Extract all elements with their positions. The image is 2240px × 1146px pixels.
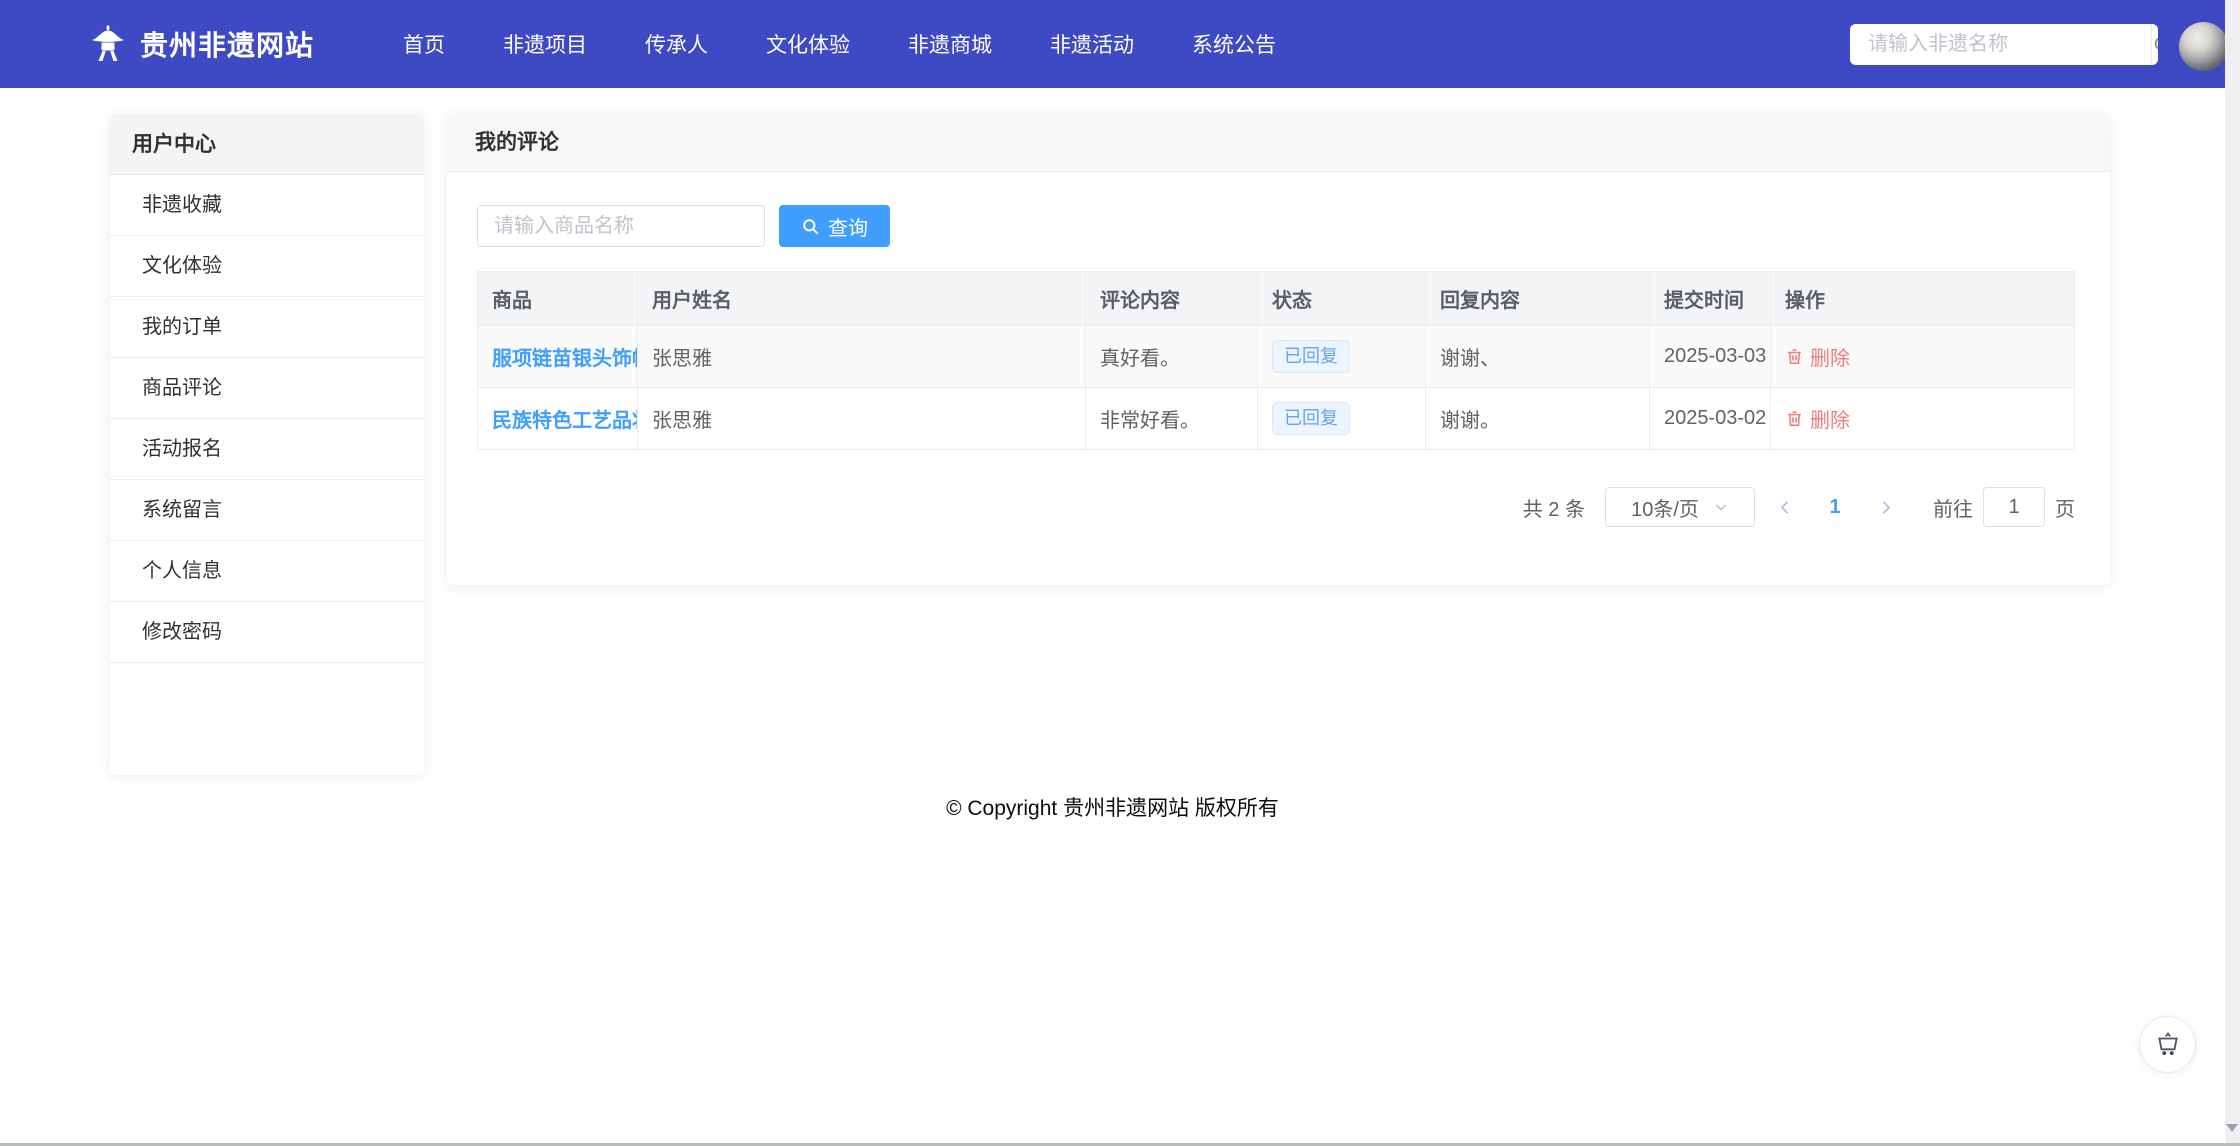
goto-label: 前往: [1933, 498, 1973, 521]
navbar-search-button[interactable]: [2151, 24, 2158, 65]
comment-cell: 非常好看。: [1085, 387, 1258, 450]
pavilion-logo-icon: [92, 25, 124, 61]
table-row: 民族特色工艺品壮族苗族娃娃 张思雅 非常好看。 已回复 谢谢。 2025-03-…: [477, 387, 2075, 450]
delete-button-label: 删除: [1810, 347, 1850, 370]
chevron-left-icon: [1780, 500, 1788, 514]
sidebar-menu-item[interactable]: 系统留言: [110, 480, 424, 541]
product-link[interactable]: 民族特色工艺品壮族苗族娃娃: [492, 410, 637, 432]
nav-menu-item[interactable]: 首页: [403, 29, 445, 59]
delete-button[interactable]: 删除: [1785, 404, 1850, 433]
sidebar-menu-item[interactable]: 非遗收藏: [110, 175, 424, 236]
trash-icon: [1788, 348, 1801, 364]
page: 贵州非遗网站 首页 非遗项目 传承人 文化体验 非遗商城 非遗活动 系统公告 请…: [0, 0, 2240, 1146]
sidebar-menu-item[interactable]: 我的订单: [110, 297, 424, 358]
page-size-value: 10条/页: [1631, 498, 1699, 521]
table-header-cell: 操作: [1770, 271, 2075, 326]
comments-table: 商品 用户姓名 评论内容 状态 回复内容 提交时间 操作 服项链苗银头饰 张思雅…: [477, 271, 2075, 450]
nav-menu-item[interactable]: 传承人: [645, 29, 708, 59]
nav-menu: 首页 非遗项目 传承人 文化体验 非遗商城 非遗活动 系统公告: [403, 0, 1334, 88]
trash-icon: [1788, 410, 1801, 426]
pagination-total: 共 2 条: [1522, 498, 1585, 521]
product-cell: 民族特色工艺品壮族苗族娃娃: [477, 387, 638, 450]
my-comments-panel: 我的评论 查询 商品 用户姓名: [447, 114, 2110, 585]
cart-icon: [2157, 1031, 2178, 1055]
reply-cell: 谢谢。: [1425, 387, 1650, 450]
user-cell: 张思雅: [637, 387, 1086, 450]
brand[interactable]: 贵州非遗网站: [88, 0, 314, 88]
user-avatar[interactable]: [2179, 22, 2228, 71]
vertical-scrollbar[interactable]: [2225, 0, 2240, 1146]
panel-title: 我的评论: [447, 114, 2110, 172]
query-button-label: 查询: [828, 217, 868, 240]
sidebar-menu: 非遗收藏 文化体验 我的订单 商品评论 活动报名 系统留言 个人信息 修改密码: [110, 175, 424, 663]
reply-cell: 谢谢、: [1425, 325, 1650, 388]
sidebar-menu-item[interactable]: 活动报名: [110, 419, 424, 480]
nav-menu-item[interactable]: 文化体验: [766, 29, 850, 59]
cart-fab-button[interactable]: [2139, 1016, 2196, 1073]
goto-page-suffix: 页: [2055, 498, 2075, 521]
comment-cell: 真好看。: [1085, 325, 1258, 388]
nav-menu-item[interactable]: 非遗活动: [1050, 29, 1134, 59]
action-cell: 删除: [1770, 387, 2075, 450]
action-cell: 删除: [1770, 325, 2075, 388]
table-header-cell: 提交时间: [1649, 271, 1771, 326]
table-header-row: 商品 用户姓名 评论内容 状态 回复内容 提交时间 操作: [477, 271, 2075, 326]
table-header-cell: 评论内容: [1085, 271, 1258, 326]
navbar-search-input[interactable]: [1850, 24, 2151, 65]
goto-page-input[interactable]: [1983, 487, 2045, 527]
status-badge: 已回复: [1272, 401, 1350, 436]
search-icon: [2154, 37, 2158, 49]
time-cell: 2025-03-03 12:22:10: [1649, 325, 1771, 388]
status-cell: 已回复: [1257, 387, 1426, 450]
navbar: 贵州非遗网站 首页 非遗项目 传承人 文化体验 非遗商城 非遗活动 系统公告: [0, 0, 2240, 88]
next-page-button[interactable]: [1855, 499, 1915, 516]
nav-menu-item[interactable]: 非遗项目: [503, 29, 587, 59]
sidebar-title: 用户中心: [110, 114, 424, 175]
table-header-cell: 状态: [1257, 271, 1426, 326]
page-size-select[interactable]: 10条/页: [1605, 487, 1755, 527]
user-center-sidebar: 用户中心 非遗收藏 文化体验 我的订单 商品评论 活动报名 系统留言 个人信息 …: [110, 114, 424, 775]
sidebar-menu-item[interactable]: 个人信息: [110, 541, 424, 602]
brand-title: 贵州非遗网站: [140, 30, 315, 61]
chevron-right-icon: [1882, 500, 1890, 514]
status-cell: 已回复: [1257, 325, 1426, 388]
delete-button[interactable]: 删除: [1785, 342, 1850, 371]
pagination: 共 2 条 10条/页 1 前往 页: [477, 487, 2075, 527]
table-header-cell: 回复内容: [1425, 271, 1650, 326]
delete-button-label: 删除: [1810, 409, 1850, 432]
navbar-search: [1850, 24, 2158, 65]
nav-menu-item[interactable]: 非遗商城: [908, 29, 992, 59]
query-button[interactable]: 查询: [779, 205, 890, 247]
table-header-cell: 商品: [477, 271, 638, 326]
table-body: 服项链苗银头饰帽子项圈 张思雅 真好看。 已回复 谢谢、 2025-03-03 …: [477, 325, 2075, 450]
product-cell: 服项链苗银头饰帽子项圈: [477, 325, 638, 388]
nav-menu-item[interactable]: 系统公告: [1192, 29, 1276, 59]
status-badge: 已回复: [1272, 339, 1350, 374]
sidebar-menu-item[interactable]: 修改密码: [110, 602, 424, 663]
page-number-1[interactable]: 1: [1815, 496, 1855, 519]
chevron-down-icon: [1715, 504, 1727, 511]
comment-search-row: 查询: [477, 205, 2075, 247]
copyright-text: © Copyright 贵州非遗网站 版权所有: [946, 797, 1279, 820]
table-header-cell: 用户姓名: [637, 271, 1086, 326]
time-cell: 2025-03-02 22:53:58: [1649, 387, 1771, 450]
prev-page-button[interactable]: [1755, 499, 1815, 516]
sidebar-menu-item[interactable]: 商品评论: [110, 358, 424, 419]
user-cell: 张思雅: [637, 325, 1086, 388]
product-search-input[interactable]: [477, 205, 765, 247]
goto-page-group: 前往 页: [1933, 487, 2075, 527]
sidebar-menu-item[interactable]: 文化体验: [110, 236, 424, 297]
search-icon: [803, 218, 819, 234]
table-row: 服项链苗银头饰帽子项圈 张思雅 真好看。 已回复 谢谢、 2025-03-03 …: [477, 325, 2075, 388]
panel-body: 查询 商品 用户姓名 评论内容 状态: [447, 172, 2110, 527]
triangle-down-icon[interactable]: [2226, 1124, 2238, 1132]
product-link[interactable]: 服项链苗银头饰帽子项圈: [492, 348, 637, 370]
